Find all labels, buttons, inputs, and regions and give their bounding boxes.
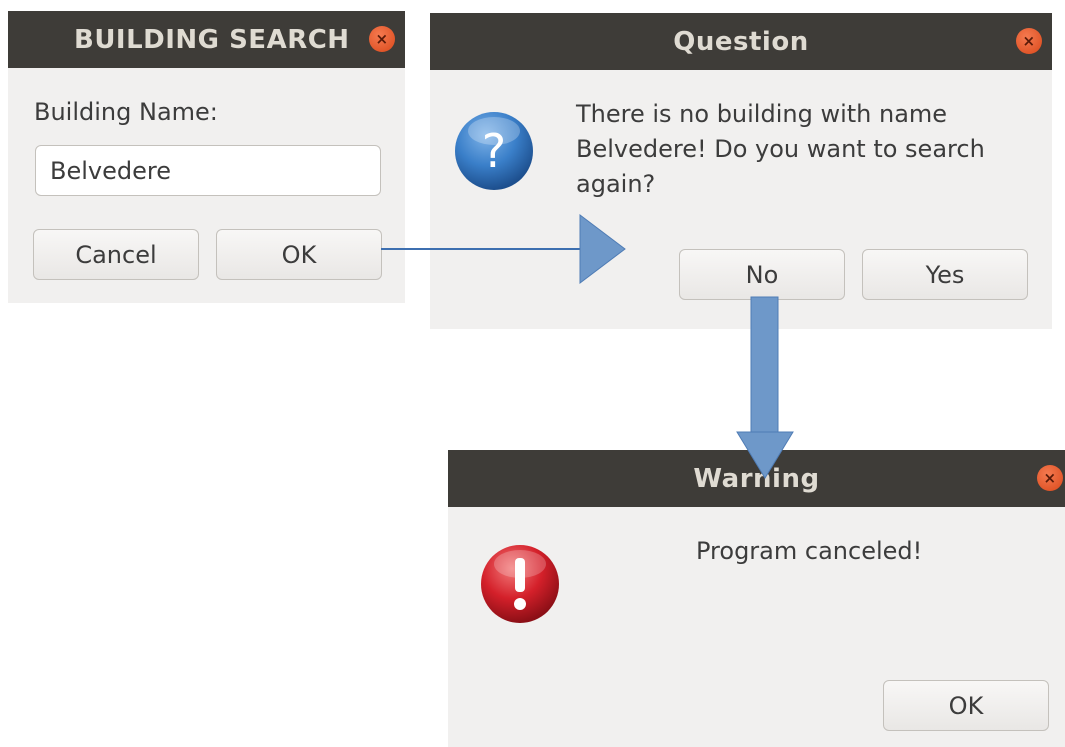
arrow-no-to-warning [750, 296, 779, 433]
arrow-head-right [579, 213, 626, 285]
arrow-head-down [736, 431, 794, 479]
flow-arrows [381, 213, 794, 479]
